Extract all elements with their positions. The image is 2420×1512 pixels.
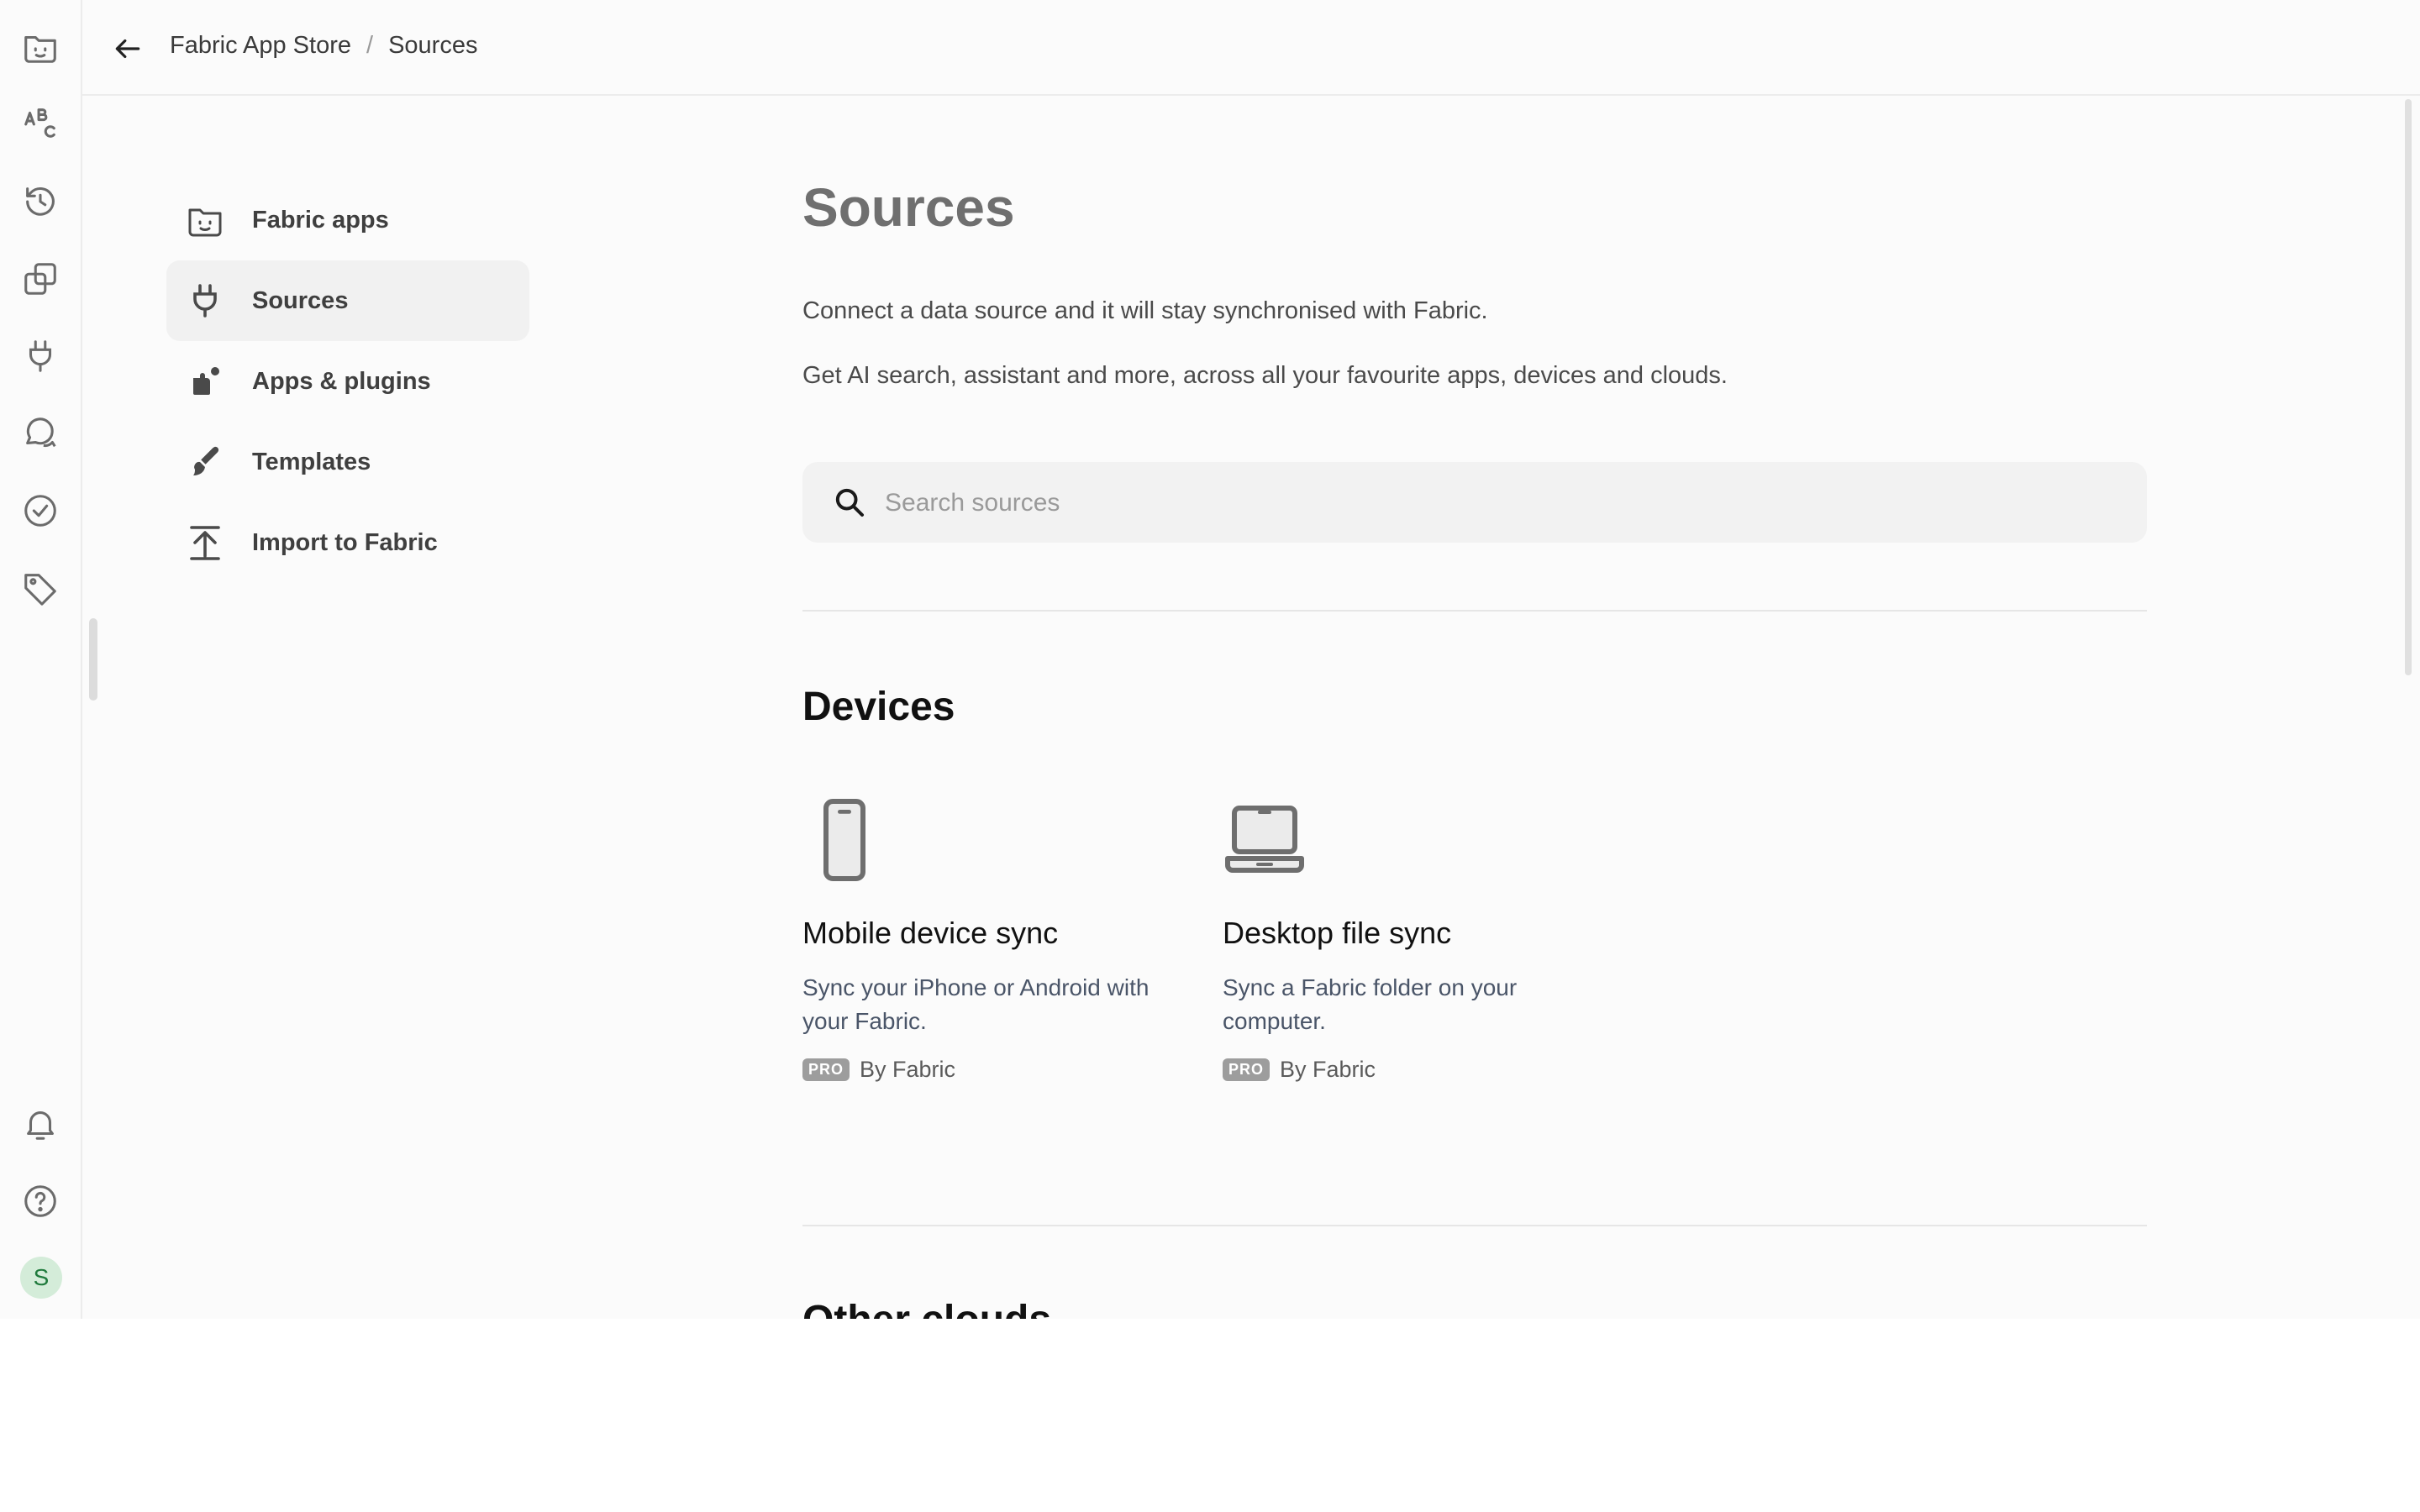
- card-author: By Fabric: [1280, 1057, 1376, 1082]
- card-title: Desktop file sync: [1223, 916, 1452, 950]
- card-description: Sync your iPhone or Android with your Fa…: [802, 974, 1150, 1034]
- check-circle-icon[interactable]: [17, 487, 64, 534]
- page-description: Connect a data source and it will stay s…: [802, 297, 1488, 324]
- pro-badge: PRO: [1223, 1058, 1270, 1081]
- nav-item-label: Import to Fabric: [252, 528, 438, 556]
- nav-item-apps-plugins[interactable]: Apps & plugins: [166, 341, 529, 422]
- left-rail: S: [0, 0, 82, 1319]
- nav-item-label: Fabric apps: [252, 206, 389, 234]
- page-title: Sources: [802, 177, 1015, 238]
- brush-icon: [185, 442, 225, 482]
- bell-icon[interactable]: [17, 1100, 64, 1147]
- search-input[interactable]: [883, 462, 2113, 544]
- copy-icon[interactable]: [17, 255, 64, 302]
- plug-icon: [185, 281, 225, 321]
- fabric-folder-icon: [185, 200, 225, 240]
- tag-icon[interactable]: [17, 564, 64, 612]
- empty-area: [0, 1319, 2420, 1512]
- page-scrollbar[interactable]: [2405, 99, 2412, 675]
- section-heading-devices: Devices: [802, 685, 955, 729]
- app-window: S Fabric App Store / Sources Fabric apps…: [0, 0, 2420, 1319]
- breadcrumb-separator: /: [366, 32, 374, 59]
- store-nav: Fabric apps Sources Apps & plugins Templ…: [166, 180, 529, 583]
- apps-plugins-icon: [185, 361, 225, 402]
- upload-icon: [185, 522, 225, 563]
- fabric-logo-icon[interactable]: [17, 24, 64, 71]
- card-author: By Fabric: [860, 1057, 956, 1082]
- top-bar: Fabric App Store / Sources: [82, 0, 2420, 96]
- page-subdescription: Get AI search, assistant and more, acros…: [802, 362, 1728, 389]
- nav-item-fabric-apps[interactable]: Fabric apps: [166, 180, 529, 260]
- card-title: Mobile device sync: [802, 916, 1059, 950]
- nav-item-label: Sources: [252, 286, 349, 314]
- chat-icon[interactable]: [17, 410, 64, 457]
- section-heading-other-clouds: Other clouds: [802, 1297, 1051, 1319]
- plug-icon[interactable]: [17, 333, 64, 380]
- laptop-icon: [1223, 798, 1307, 882]
- section-divider: [802, 1225, 2147, 1226]
- pro-badge: PRO: [802, 1058, 850, 1081]
- back-button[interactable]: [104, 25, 151, 72]
- help-icon[interactable]: [17, 1178, 64, 1225]
- nav-item-label: Templates: [252, 448, 371, 475]
- section-divider: [802, 610, 2147, 612]
- nav-item-import[interactable]: Import to Fabric: [166, 502, 529, 583]
- nav-item-templates[interactable]: Templates: [166, 422, 529, 502]
- source-card-mobile[interactable]: Mobile device sync Sync your iPhone or A…: [802, 798, 1164, 1083]
- card-meta: PRO By Fabric: [802, 1057, 1164, 1083]
- rail-resize-handle[interactable]: [89, 618, 97, 701]
- breadcrumb: Fabric App Store / Sources: [170, 32, 477, 60]
- card-description: Sync a Fabric folder on your computer.: [1223, 974, 1518, 1034]
- history-icon[interactable]: [17, 178, 64, 225]
- phone-icon: [802, 798, 886, 882]
- nav-item-label: Apps & plugins: [252, 367, 431, 395]
- nav-item-sources[interactable]: Sources: [166, 260, 529, 341]
- search-box: [802, 462, 2147, 544]
- breadcrumb-root[interactable]: Fabric App Store: [170, 32, 351, 60]
- text-abc-icon[interactable]: [17, 99, 64, 146]
- breadcrumb-current: Sources: [388, 32, 478, 59]
- card-meta: PRO By Fabric: [1223, 1057, 1584, 1083]
- arrow-left-icon: [115, 39, 140, 59]
- main-content: Sources Connect a data source and it wil…: [802, 176, 2147, 1319]
- avatar[interactable]: S: [20, 1257, 62, 1299]
- source-card-desktop[interactable]: Desktop file sync Sync a Fabric folder o…: [1223, 798, 1584, 1083]
- search-icon: [835, 488, 864, 517]
